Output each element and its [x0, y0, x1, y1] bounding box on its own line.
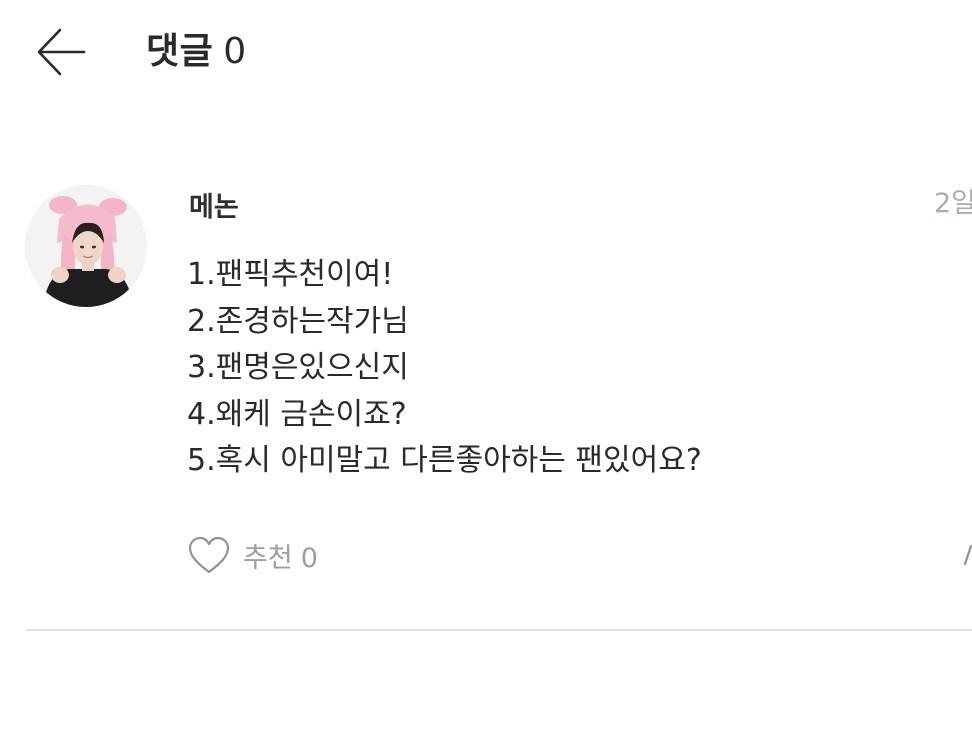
- comment-timestamp: 2일: [934, 188, 972, 219]
- more-options-icon[interactable]: [962, 540, 972, 570]
- avatar-photo: [25, 185, 147, 307]
- arrow-left-icon: [37, 28, 86, 76]
- comment-author[interactable]: 메논: [189, 190, 239, 226]
- divider: [26, 629, 972, 631]
- comment-line: 4.왜케 금손이죠?: [187, 396, 407, 432]
- like-button[interactable]: 추천 0: [187, 532, 318, 578]
- comment-line: 2.존경하는작가님: [187, 303, 409, 339]
- like-count: 0: [300, 542, 318, 574]
- like-label: 추천: [243, 542, 293, 574]
- comment-line: 3.팬명은있으신지: [187, 350, 409, 385]
- comment-line: 1.팬픽추천이여!: [187, 257, 394, 292]
- comment-item: 메논 2일 1.팬픽추천이여! 2.존경하는작가님 3.팬명은있으신지 4.왜케…: [0, 180, 972, 600]
- heart-outline-icon: [188, 536, 230, 574]
- back-button[interactable]: [34, 25, 88, 79]
- page-title: 댓글 0: [146, 28, 247, 76]
- avatar[interactable]: [25, 185, 147, 307]
- comment-count: 0: [223, 31, 247, 72]
- page-title-label: 댓글: [146, 31, 214, 72]
- like-label-group: 추천 0: [243, 536, 318, 575]
- header-bar: 댓글 0: [0, 0, 972, 110]
- comment-text: 1.팬픽추천이여! 2.존경하는작가님 3.팬명은있으신지 4.왜케 금손이죠?…: [187, 252, 887, 485]
- comment-line: 5.혹시 아미말고 다른좋아하는 팬있어요?: [187, 443, 702, 478]
